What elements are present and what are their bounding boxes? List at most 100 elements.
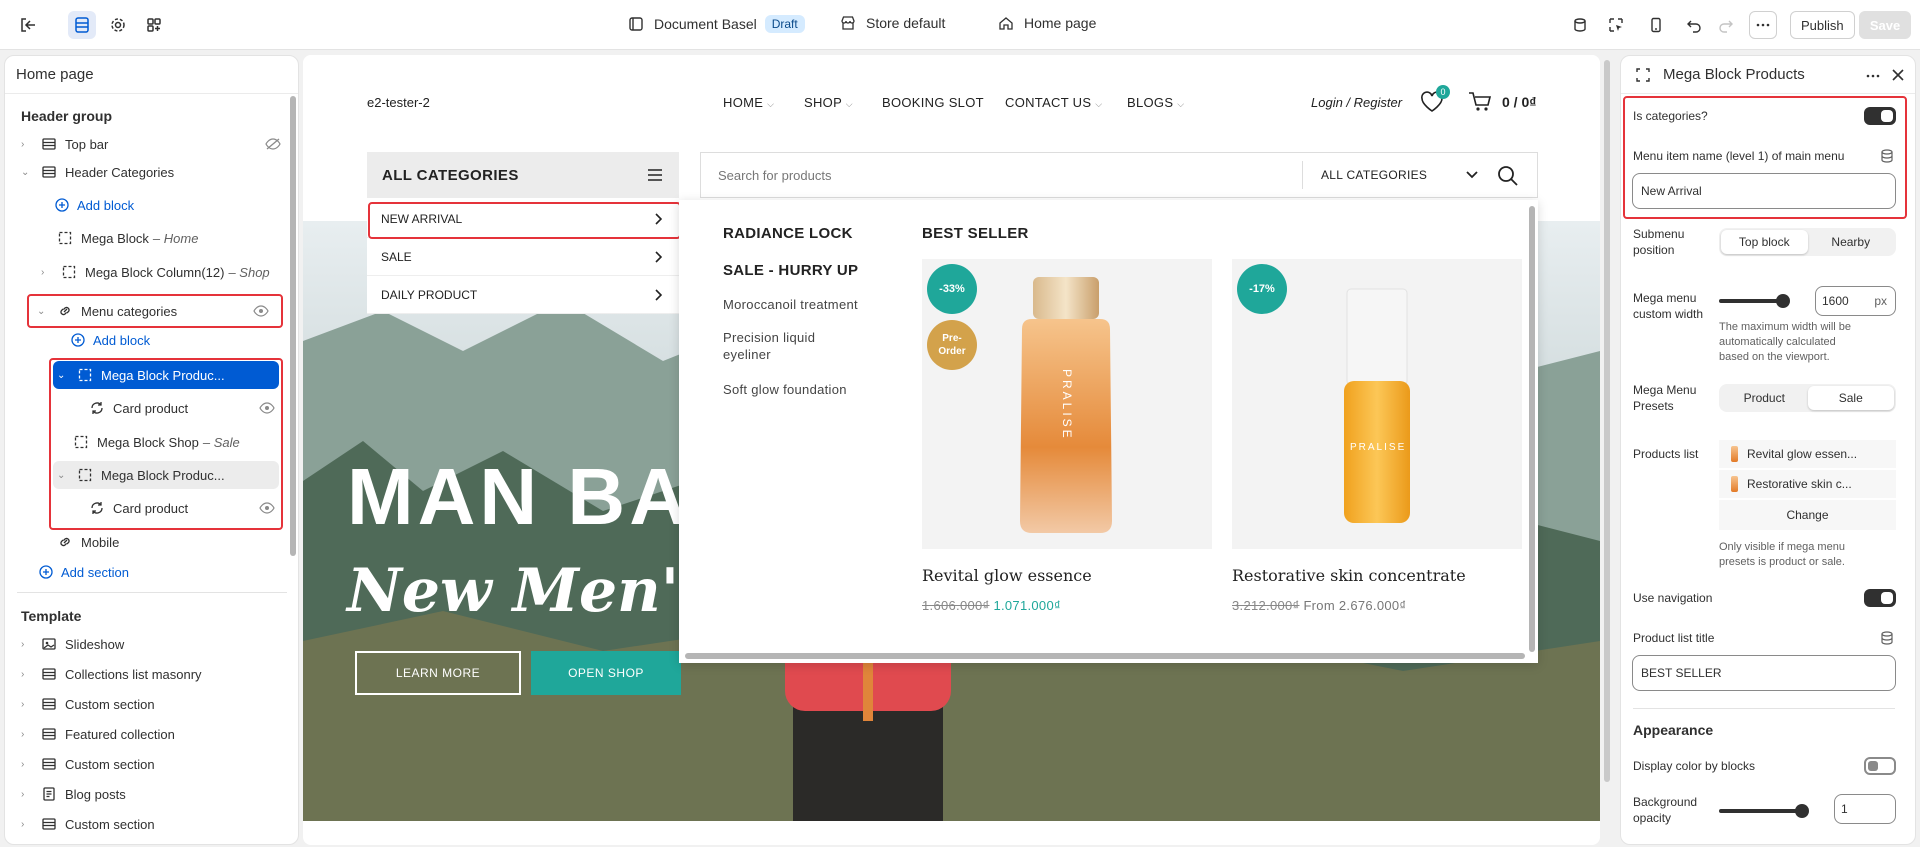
add-block-button[interactable]: Add block: [55, 191, 134, 219]
more-icon[interactable]: [1749, 11, 1777, 39]
add-section-button[interactable]: Add section: [39, 558, 129, 586]
preset-option-product[interactable]: Product: [1721, 386, 1808, 410]
add-block-button[interactable]: Add block: [71, 326, 150, 354]
cart-total[interactable]: 0 / 0₫: [1502, 94, 1536, 110]
mega-scrollbar-vertical[interactable]: [1529, 206, 1535, 652]
open-shop-button[interactable]: OPEN SHOP: [531, 651, 681, 695]
mega-width-slider-handle[interactable]: [1776, 294, 1790, 308]
hamburger-icon[interactable]: [647, 168, 663, 182]
chevron-down-icon[interactable]: [1465, 170, 1479, 180]
chevron-down-icon[interactable]: ⌄: [57, 370, 71, 381]
eye-icon[interactable]: [259, 401, 275, 415]
category-item-daily-product[interactable]: DAILY PRODUCT: [367, 276, 679, 314]
mega-scrollbar-horizontal[interactable]: [685, 653, 1525, 659]
exit-icon[interactable]: [14, 11, 42, 39]
mobile-view-icon[interactable]: [1642, 11, 1670, 39]
mega-column-title[interactable]: RADIANCE LOCK: [723, 225, 853, 242]
store-selector[interactable]: Store default: [840, 15, 945, 31]
bg-opacity-slider[interactable]: [1719, 809, 1801, 813]
preview-scrollbar[interactable]: [1604, 60, 1610, 782]
tree-item-featured-collection[interactable]: › Featured collection: [21, 720, 175, 748]
settings-gear-icon[interactable]: [104, 11, 132, 39]
is-categories-toggle[interactable]: [1864, 107, 1896, 125]
nav-shop[interactable]: SHOP ⌵: [804, 95, 853, 110]
tree-item-card-product[interactable]: Card product: [89, 494, 275, 522]
nav-booking-slot[interactable]: BOOKING SLOT: [882, 95, 984, 110]
menu-item-name-input[interactable]: New Arrival: [1632, 173, 1896, 209]
tree-item-blog-posts[interactable]: › Blog posts: [21, 780, 126, 808]
eye-icon[interactable]: [253, 304, 269, 318]
dynamic-source-icon[interactable]: [1880, 630, 1894, 646]
chevron-right-icon[interactable]: ›: [41, 267, 55, 278]
nav-home[interactable]: HOME ⌵: [723, 95, 774, 110]
store-logo[interactable]: e2-tester-2: [367, 95, 430, 110]
product-list-item[interactable]: Restorative skin c...: [1719, 470, 1896, 498]
learn-more-button[interactable]: LEARN MORE: [355, 651, 521, 695]
mega-link[interactable]: Precision liquid eyeliner: [723, 329, 843, 363]
tree-item-slideshow[interactable]: › Slideshow: [21, 630, 124, 658]
mega-column-subtitle[interactable]: SALE - HURRY UP: [723, 262, 858, 279]
tree-item-top-bar[interactable]: › Top bar: [21, 130, 281, 158]
database-icon[interactable]: [1566, 11, 1594, 39]
eye-hidden-icon[interactable]: [265, 137, 281, 151]
wishlist-icon[interactable]: 0: [1420, 85, 1450, 113]
mega-link[interactable]: Soft glow foundation: [723, 381, 883, 398]
all-categories-header[interactable]: ALL CATEGORIES: [367, 152, 679, 198]
mega-width-input[interactable]: 1600 px: [1815, 286, 1896, 316]
tree-item-mobile[interactable]: Mobile: [57, 528, 119, 556]
chevron-down-icon[interactable]: ⌄: [57, 470, 71, 481]
chevron-right-icon[interactable]: ›: [21, 759, 35, 770]
product-list-item[interactable]: Revital glow essen...: [1719, 440, 1896, 468]
product-list-title-input[interactable]: BEST SELLER: [1632, 655, 1896, 691]
tree-item-collections-list[interactable]: › Collections list masonry: [21, 660, 202, 688]
chevron-right-icon[interactable]: ›: [21, 819, 35, 830]
sidebar-scrollbar[interactable]: [290, 96, 296, 556]
eye-icon[interactable]: [259, 501, 275, 515]
chevron-right-icon[interactable]: ›: [21, 139, 35, 150]
submenu-option-nearby[interactable]: Nearby: [1808, 230, 1895, 254]
chevron-right-icon[interactable]: ›: [21, 729, 35, 740]
nav-blogs[interactable]: BLOGS ⌵: [1127, 95, 1184, 110]
submenu-option-top-block[interactable]: Top block: [1721, 230, 1808, 254]
tree-item-mega-block-shop[interactable]: Mega Block Shop – Sale: [73, 428, 240, 456]
mega-link[interactable]: Moroccanoil treatment: [723, 296, 883, 313]
redo-icon[interactable]: [1712, 11, 1740, 39]
document-selector[interactable]: Document Basel Draft: [628, 15, 805, 33]
tree-item-mega-block-column[interactable]: › Mega Block Column(12) – Shop: [41, 258, 270, 286]
apps-icon[interactable]: [140, 11, 168, 39]
save-button[interactable]: Save: [1859, 11, 1911, 39]
use-navigation-toggle[interactable]: [1864, 589, 1896, 607]
product-name[interactable]: Revital glow essence: [922, 566, 1092, 585]
search-input[interactable]: Search for products: [718, 168, 831, 183]
tree-item-card-product[interactable]: Card product: [89, 394, 275, 422]
chevron-right-icon[interactable]: ›: [21, 669, 35, 680]
publish-button[interactable]: Publish: [1790, 11, 1855, 39]
undo-icon[interactable]: [1680, 11, 1708, 39]
cart-icon[interactable]: [1468, 91, 1492, 113]
page-selector[interactable]: Home page: [998, 15, 1096, 31]
category-item-sale[interactable]: SALE: [367, 238, 679, 276]
preset-option-sale[interactable]: Sale: [1807, 386, 1894, 410]
chevron-down-icon[interactable]: ⌄: [37, 306, 51, 317]
search-category-select[interactable]: ALL CATEGORIES: [1321, 168, 1427, 182]
tree-item-mega-block-home[interactable]: Mega Block – Home: [57, 224, 198, 252]
close-icon[interactable]: [1891, 68, 1905, 82]
search-icon[interactable]: [1496, 164, 1520, 188]
tree-item-menu-categories[interactable]: ⌄ Menu categories: [37, 297, 273, 325]
bg-opacity-input[interactable]: 1: [1834, 794, 1896, 824]
tree-item-custom-section[interactable]: › Custom section: [21, 750, 155, 778]
inspector-icon[interactable]: [1602, 11, 1630, 39]
sections-icon[interactable]: [68, 11, 96, 39]
change-products-button[interactable]: Change: [1719, 500, 1896, 530]
product-name[interactable]: Restorative skin concentrate: [1232, 566, 1466, 585]
product-image[interactable]: PRALISE -33% Pre-Order: [922, 259, 1212, 549]
tree-item-mega-block-products-selected[interactable]: ⌄ Mega Block Produc...: [53, 361, 279, 389]
chevron-right-icon[interactable]: ›: [21, 789, 35, 800]
tree-item-custom-section[interactable]: › Custom section: [21, 810, 155, 838]
tree-item-custom-section[interactable]: › Custom section: [21, 690, 155, 718]
login-register-link[interactable]: Login / Register: [1311, 95, 1402, 110]
chevron-down-icon[interactable]: ⌄: [21, 167, 35, 178]
chevron-right-icon[interactable]: ›: [21, 639, 35, 650]
bg-opacity-slider-handle[interactable]: [1795, 804, 1809, 818]
display-color-toggle[interactable]: [1864, 757, 1896, 775]
